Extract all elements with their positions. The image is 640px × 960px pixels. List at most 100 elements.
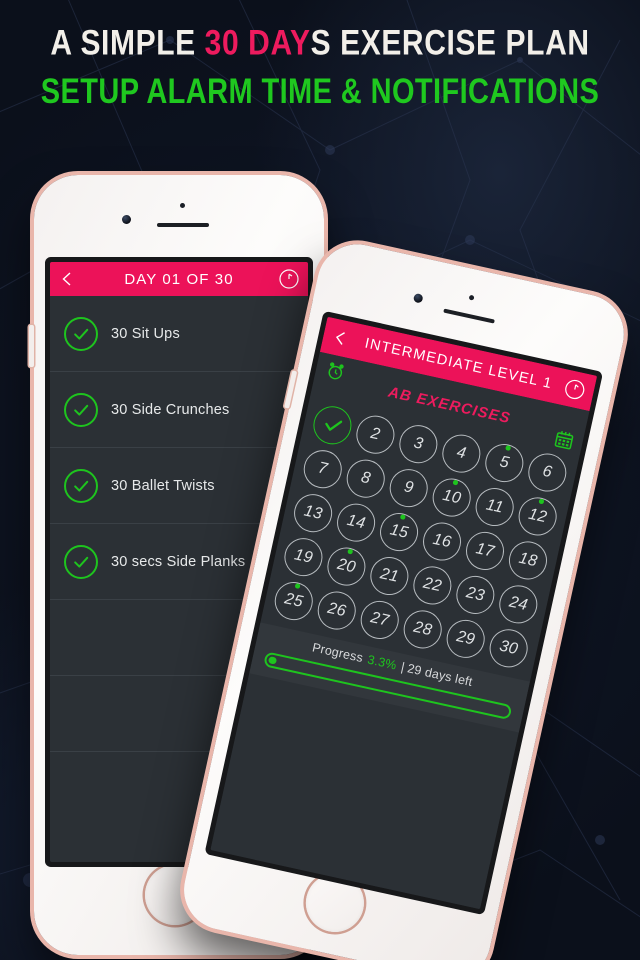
progress-percent: 3.3% — [366, 652, 398, 673]
day-number: 24 — [507, 593, 530, 614]
alarm-clock-icon[interactable] — [324, 360, 347, 383]
day-cell[interactable]: 8 — [341, 454, 391, 503]
day-cell[interactable]: 25 — [269, 576, 319, 625]
day-circle[interactable]: 20 — [323, 543, 370, 589]
day-circle[interactable]: 4 — [438, 430, 485, 476]
day-cell[interactable]: 4 — [437, 429, 487, 478]
day-number: 27 — [369, 608, 391, 630]
check-circle-icon[interactable] — [309, 402, 356, 448]
day-circle[interactable]: 16 — [419, 518, 465, 564]
day-circle[interactable]: 2 — [352, 411, 399, 457]
day-number: 6 — [541, 462, 554, 481]
check-circle-icon[interactable] — [64, 316, 98, 351]
day-circle[interactable]: 10 — [429, 474, 475, 520]
promo-headline: A SIMPLE 30 DAYS EXERCISE PLAN SETUP ALA… — [0, 24, 640, 111]
day-number: 30 — [498, 637, 520, 658]
day-number: 3 — [412, 433, 425, 453]
day-number: 20 — [335, 555, 358, 576]
chevron-left-icon[interactable] — [60, 272, 74, 286]
day-circle[interactable]: 27 — [357, 596, 403, 643]
day-cell[interactable]: 11 — [470, 482, 520, 531]
day-circle[interactable]: 25 — [271, 577, 317, 624]
day-cell[interactable]: 20 — [322, 542, 372, 591]
chevron-left-icon[interactable] — [332, 330, 349, 347]
day-number: 2 — [369, 424, 382, 444]
day-circle[interactable]: 5 — [481, 439, 528, 486]
day-circle[interactable]: 14 — [333, 499, 379, 545]
day-number: 11 — [484, 495, 506, 517]
day-number: 16 — [431, 530, 454, 551]
check-circle-icon[interactable] — [64, 544, 98, 579]
day-cell[interactable]: 19 — [279, 532, 329, 581]
day-cell[interactable]: 12 — [513, 491, 563, 540]
day-number: 15 — [388, 520, 411, 542]
day-alarm-dot — [294, 583, 301, 589]
day-circle[interactable]: 6 — [524, 449, 571, 495]
day-circle[interactable]: 3 — [395, 421, 442, 467]
exercise-row[interactable]: 30 Side Crunches — [50, 372, 308, 448]
day-circle[interactable]: 22 — [409, 562, 456, 608]
day-cell[interactable]: 27 — [355, 595, 405, 644]
day-cell[interactable]: 15 — [374, 507, 424, 556]
day-cell[interactable]: 29 — [441, 614, 491, 663]
day-circle[interactable]: 15 — [376, 508, 422, 555]
day-cell[interactable]: 5 — [480, 438, 530, 487]
day-cell[interactable]: 26 — [312, 586, 362, 635]
day-number: 8 — [359, 468, 373, 487]
exercise-label: 30 Ballet Twists — [111, 477, 215, 494]
day-circle[interactable]: 8 — [343, 455, 389, 501]
day-cell[interactable]: 18 — [503, 535, 553, 584]
day-circle[interactable]: 28 — [400, 606, 446, 652]
day-circle[interactable]: 30 — [486, 625, 532, 671]
day-cell[interactable]: 13 — [288, 488, 338, 537]
day-cell[interactable]: 7 — [298, 444, 348, 493]
day-number: 14 — [345, 511, 368, 532]
day-cell[interactable]: 9 — [384, 463, 434, 512]
day-alarm-dot — [538, 498, 544, 504]
day-circle[interactable]: 18 — [505, 537, 551, 583]
day-alarm-dot — [399, 514, 406, 520]
day-number: 9 — [402, 477, 416, 497]
day-circle[interactable]: 11 — [472, 483, 518, 530]
day-number: 28 — [412, 618, 434, 639]
day-circle[interactable]: 24 — [495, 581, 542, 627]
day-cell[interactable]: 28 — [398, 604, 448, 653]
day-cell[interactable]: 14 — [331, 498, 381, 547]
calendar-icon[interactable] — [553, 429, 576, 453]
day-cell[interactable]: 16 — [417, 517, 467, 566]
day-circle[interactable]: 21 — [366, 552, 413, 599]
headline-line-2: SETUP ALARM TIME & NOTIFICATIONS — [40, 73, 600, 112]
day-circle[interactable]: 26 — [314, 587, 360, 633]
day-circle[interactable]: 19 — [280, 534, 327, 580]
day-cell[interactable]: 30 — [484, 623, 534, 672]
day-number: 13 — [302, 501, 325, 523]
day-cell[interactable]: 24 — [494, 579, 544, 628]
check-circle-icon[interactable] — [64, 468, 98, 503]
day-number: 5 — [498, 452, 511, 472]
day-cell[interactable]: 2 — [351, 410, 401, 459]
left-navbar-title: DAY 01 OF 30 — [124, 270, 234, 288]
day-cell[interactable]: 6 — [522, 447, 572, 496]
left-phone-sensor — [180, 203, 185, 208]
day-circle[interactable]: 12 — [515, 493, 561, 539]
day-circle[interactable]: 9 — [386, 464, 432, 511]
day-cell[interactable]: 10 — [427, 473, 477, 522]
check-circle-icon[interactable] — [64, 392, 98, 427]
exercise-label: 30 secs Side Planks — [111, 553, 246, 570]
day-cell[interactable]: 3 — [394, 419, 444, 468]
day-cell[interactable] — [308, 400, 358, 449]
day-cell[interactable]: 21 — [365, 551, 415, 600]
left-phone-volume-key[interactable] — [29, 325, 34, 367]
exercise-row[interactable]: 30 Sit Ups — [50, 296, 308, 372]
day-cell[interactable]: 17 — [460, 526, 510, 575]
day-circle[interactable]: 23 — [452, 571, 499, 618]
day-circle[interactable]: 29 — [443, 615, 489, 662]
day-cell[interactable]: 23 — [451, 570, 501, 619]
day-circle[interactable]: 17 — [462, 527, 508, 574]
day-circle[interactable]: 7 — [300, 446, 346, 492]
day-circle[interactable]: 13 — [290, 490, 336, 536]
refresh-icon[interactable] — [278, 268, 300, 290]
day-cell[interactable]: 22 — [408, 560, 458, 609]
refresh-icon[interactable] — [562, 376, 588, 402]
day-number: 26 — [326, 599, 348, 620]
